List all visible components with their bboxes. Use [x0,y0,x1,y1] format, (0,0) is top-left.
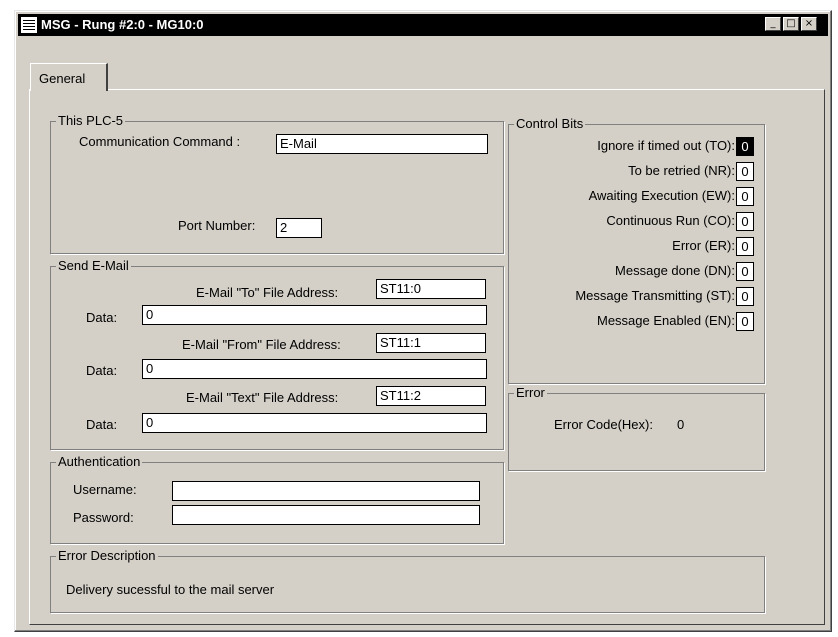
username-field[interactable] [172,481,480,501]
maximize-button[interactable]: □ [783,17,799,31]
control-bit-en-value[interactable]: 0 [736,312,754,331]
ladder-app-icon [21,17,37,33]
error-description-legend: Error Description [56,548,158,563]
this-plc5-group: This PLC-5 Communication Command : E-Mai… [50,113,504,254]
control-bit-label-to: Ignore if timed out (TO): [597,138,735,153]
this-plc5-legend: This PLC-5 [56,113,126,128]
port-number-field[interactable]: 2 [276,218,322,238]
email-from-data-field[interactable]: 0 [142,359,487,379]
error-code-label: Error Code(Hex): [554,417,653,432]
control-bit-dn-value[interactable]: 0 [736,262,754,281]
password-label: Password: [73,510,134,525]
send-email-legend: Send E-Mail [56,258,131,273]
email-from-address-field[interactable]: ST11:1 [376,333,486,353]
msg-dialog-window: MSG - Rung #2:0 - MG10:0 _ □ × General T… [14,10,832,632]
email-from-address-label: E-Mail "From" File Address: [182,337,341,352]
port-number-label: Port Number: [178,218,256,233]
title-bar[interactable]: MSG - Rung #2:0 - MG10:0 _ □ × [18,14,828,36]
username-label: Username: [73,482,137,497]
control-bit-er-value[interactable]: 0 [736,237,754,256]
email-to-address-field[interactable]: ST11:0 [376,279,486,299]
email-to-data-field[interactable]: 0 [142,305,487,325]
authentication-legend: Authentication [56,454,143,469]
email-text-address-label: E-Mail "Text" File Address: [186,390,339,405]
error-legend: Error [514,385,547,400]
authentication-group: Authentication Username: Password: [50,454,504,544]
window-title: MSG - Rung #2:0 - MG10:0 [41,17,204,32]
email-text-data-field[interactable]: 0 [142,413,487,433]
control-bit-label-dn: Message done (DN): [615,263,735,278]
close-button[interactable]: × [801,17,817,31]
control-bit-label-en: Message Enabled (EN): [596,313,735,328]
control-bit-ew-value[interactable]: 0 [736,187,754,206]
error-code-value: 0 [677,417,685,432]
control-bit-label-st: Message Transmitting (ST): [575,288,735,303]
control-bit-label-co: Continuous Run (CO): [606,213,735,228]
control-bit-st-value[interactable]: 0 [736,287,754,306]
email-text-address-field[interactable]: ST11:2 [376,386,486,406]
error-group: Error Error Code(Hex): 0 [508,385,765,471]
email-to-address-label: E-Mail "To" File Address: [196,285,339,300]
control-bit-to-value[interactable]: 0 [736,137,754,156]
error-description-text: Delivery sucessful to the mail server [66,582,275,597]
communication-command-field[interactable]: E-Mail [276,134,488,154]
control-bit-label-er: Error (ER): [672,238,735,253]
password-field[interactable] [172,505,480,525]
email-from-data-label: Data: [86,363,118,378]
minimize-button[interactable]: _ [765,17,781,31]
tab-general-label: General [39,71,86,86]
error-description-group: Error Description Delivery sucessful to … [50,548,765,613]
control-bits-legend: Control Bits [514,116,586,131]
control-bit-nr-value[interactable]: 0 [736,162,754,181]
control-bit-label-nr: To be retried (NR): [628,163,735,178]
control-bit-label-ew: Awaiting Execution (EW): [588,188,735,203]
control-bit-co-value[interactable]: 0 [736,212,754,231]
send-email-group: Send E-Mail E-Mail "To" File Address: ST… [50,258,504,450]
general-tab-panel: This PLC-5 Communication Command : E-Mai… [29,89,825,625]
email-text-data-label: Data: [86,417,118,432]
control-bits-group: Control Bits Ignore if timed out (TO): 0… [508,116,765,384]
email-to-data-label: Data: [86,310,118,325]
communication-command-label: Communication Command : [79,134,241,149]
tab-general[interactable]: General [30,63,108,91]
